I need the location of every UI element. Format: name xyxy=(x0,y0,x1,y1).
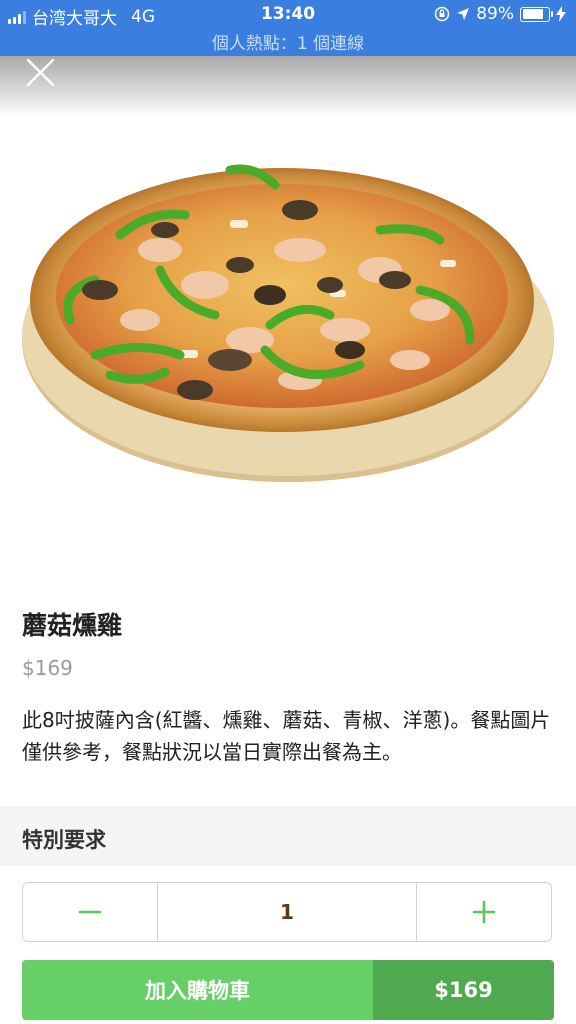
location-arrow-icon xyxy=(457,8,470,20)
battery-percent: 89% xyxy=(476,4,514,24)
add-to-cart-button[interactable]: 加入購物車 $169 xyxy=(22,960,554,1020)
quantity-stepper: 1 xyxy=(22,882,552,942)
increase-quantity-button[interactable] xyxy=(417,883,551,941)
product-image xyxy=(0,140,576,500)
decrease-quantity-button[interactable] xyxy=(23,883,157,941)
status-bar: 台湾大哥大 4G 13:40 89% 個人熱點：1 個連線 xyxy=(0,0,576,56)
hotspot-banner[interactable]: 個人熱點：1 個連線 xyxy=(0,29,576,54)
charging-bolt-icon xyxy=(556,6,566,22)
plus-icon xyxy=(472,900,496,924)
special-request-label: 特別要求 xyxy=(22,828,106,852)
status-right: 89% xyxy=(434,4,566,24)
minus-icon xyxy=(78,910,102,914)
product-description: 此8吋披薩內含(紅醬、燻雞、蘑菇、青椒、洋蔥)。餐點圖片僅供參考，餐點狀況以當日… xyxy=(22,708,551,764)
quantity-value[interactable]: 1 xyxy=(157,883,417,941)
product-title: 蘑菇燻雞 xyxy=(22,611,123,640)
close-icon xyxy=(26,58,55,87)
orientation-lock-icon xyxy=(434,6,450,22)
close-button[interactable] xyxy=(22,56,58,92)
header-gradient xyxy=(0,56,576,118)
special-request-section[interactable]: 特別要求 xyxy=(0,806,576,866)
battery-icon xyxy=(520,6,553,22)
product-price: $169 xyxy=(22,656,73,680)
add-to-cart-label: 加入購物車 xyxy=(22,960,373,1020)
cart-total-price: $169 xyxy=(373,960,554,1020)
